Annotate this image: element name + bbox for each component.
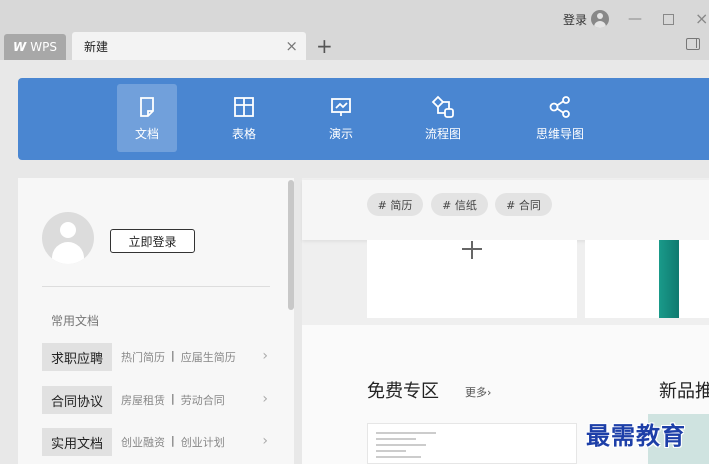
new-products-title: 新品推	[659, 381, 709, 402]
category-table-label: 表格	[231, 126, 256, 141]
template-thumbnail[interactable]	[585, 240, 709, 318]
free-template-card[interactable]	[367, 423, 577, 464]
tag-contract[interactable]: # 合同	[495, 193, 552, 216]
preview-line	[376, 438, 416, 440]
tab-new[interactable]: 新建 ×	[72, 32, 306, 60]
category-table[interactable]: 表格	[214, 84, 274, 152]
preview-line	[376, 456, 421, 458]
category-bar: 文档 表格 演示 流程图 思维导图	[18, 78, 709, 160]
category-flowchart[interactable]: 流程图	[408, 84, 478, 152]
preview-line	[376, 432, 436, 434]
category-presentation-label: 演示	[328, 126, 353, 141]
watermark-logo: 最需教育	[586, 421, 686, 450]
doc-tag-practical[interactable]: 实用文档	[42, 428, 112, 456]
category-document-label: 文档	[134, 126, 159, 141]
link-separator: |	[171, 349, 175, 362]
plus-icon	[462, 241, 482, 261]
category-presentation[interactable]: 演示	[311, 84, 371, 152]
link-hot-resume[interactable]: 热门简历	[121, 349, 165, 365]
doc-row-practical: 实用文档 创业融资 | 创业计划 ›	[42, 428, 272, 456]
presentation-icon	[331, 97, 351, 116]
category-mindmap-label: 思维导图	[535, 126, 584, 141]
new-tab-button[interactable]: +	[316, 34, 333, 58]
doc-tag-job[interactable]: 求职应聘	[42, 343, 112, 371]
left-panel-scrollbar[interactable]	[288, 180, 294, 310]
preview-line	[376, 444, 426, 446]
login-now-button[interactable]: 立即登录	[110, 229, 195, 253]
user-avatar-icon	[591, 10, 610, 28]
tag-letter-paper[interactable]: # 信纸	[431, 193, 488, 216]
link-business-plan[interactable]: 创业计划	[181, 434, 225, 450]
login-label: 登录	[563, 12, 588, 27]
category-document[interactable]: 文档	[117, 84, 177, 152]
chevron-right-icon[interactable]: ›	[262, 433, 268, 449]
free-section-title: 免费专区	[367, 381, 439, 402]
link-labor-contract[interactable]: 劳动合同	[181, 392, 225, 408]
template-preview-image	[659, 240, 679, 318]
tab-new-label: 新建	[84, 39, 109, 54]
mindmap-icon	[549, 95, 570, 118]
link-separator: |	[171, 434, 175, 447]
sidebar-toggle-icon[interactable]	[686, 38, 700, 50]
maximize-button[interactable]	[663, 14, 674, 25]
link-graduate-resume[interactable]: 应届生简历	[181, 349, 236, 365]
document-icon	[140, 96, 154, 117]
divider	[42, 286, 270, 287]
account-login[interactable]: 登录	[563, 10, 610, 28]
table-icon	[234, 96, 254, 117]
chevron-right-icon[interactable]: ›	[262, 391, 268, 407]
link-house-rental[interactable]: 房屋租赁	[121, 392, 165, 408]
tab-wps-home[interactable]: W WPS	[4, 34, 66, 60]
link-startup-financing[interactable]: 创业融资	[121, 434, 165, 450]
close-window-button[interactable]: ×	[695, 10, 708, 28]
wps-logo-icon: W	[13, 40, 27, 54]
doc-row-contract: 合同协议 房屋租赁 | 劳动合同 ›	[42, 386, 272, 414]
doc-row-job: 求职应聘 热门简历 | 应届生简历 ›	[42, 343, 272, 371]
category-mindmap[interactable]: 思维导图	[520, 84, 600, 152]
link-separator: |	[171, 392, 175, 405]
preview-line	[376, 450, 406, 452]
tab-wps-label: WPS	[30, 40, 57, 54]
more-link[interactable]: 更多›	[465, 384, 491, 400]
chevron-right-icon[interactable]: ›	[262, 348, 268, 364]
common-docs-title: 常用文档	[51, 314, 100, 328]
minimize-button[interactable]: —	[628, 10, 642, 28]
tag-resume[interactable]: # 简历	[367, 193, 423, 216]
avatar[interactable]	[42, 212, 94, 264]
category-flowchart-label: 流程图	[424, 126, 461, 141]
tab-close-icon[interactable]: ×	[285, 38, 298, 54]
doc-tag-contract[interactable]: 合同协议	[42, 386, 112, 414]
flowchart-icon	[431, 95, 454, 118]
